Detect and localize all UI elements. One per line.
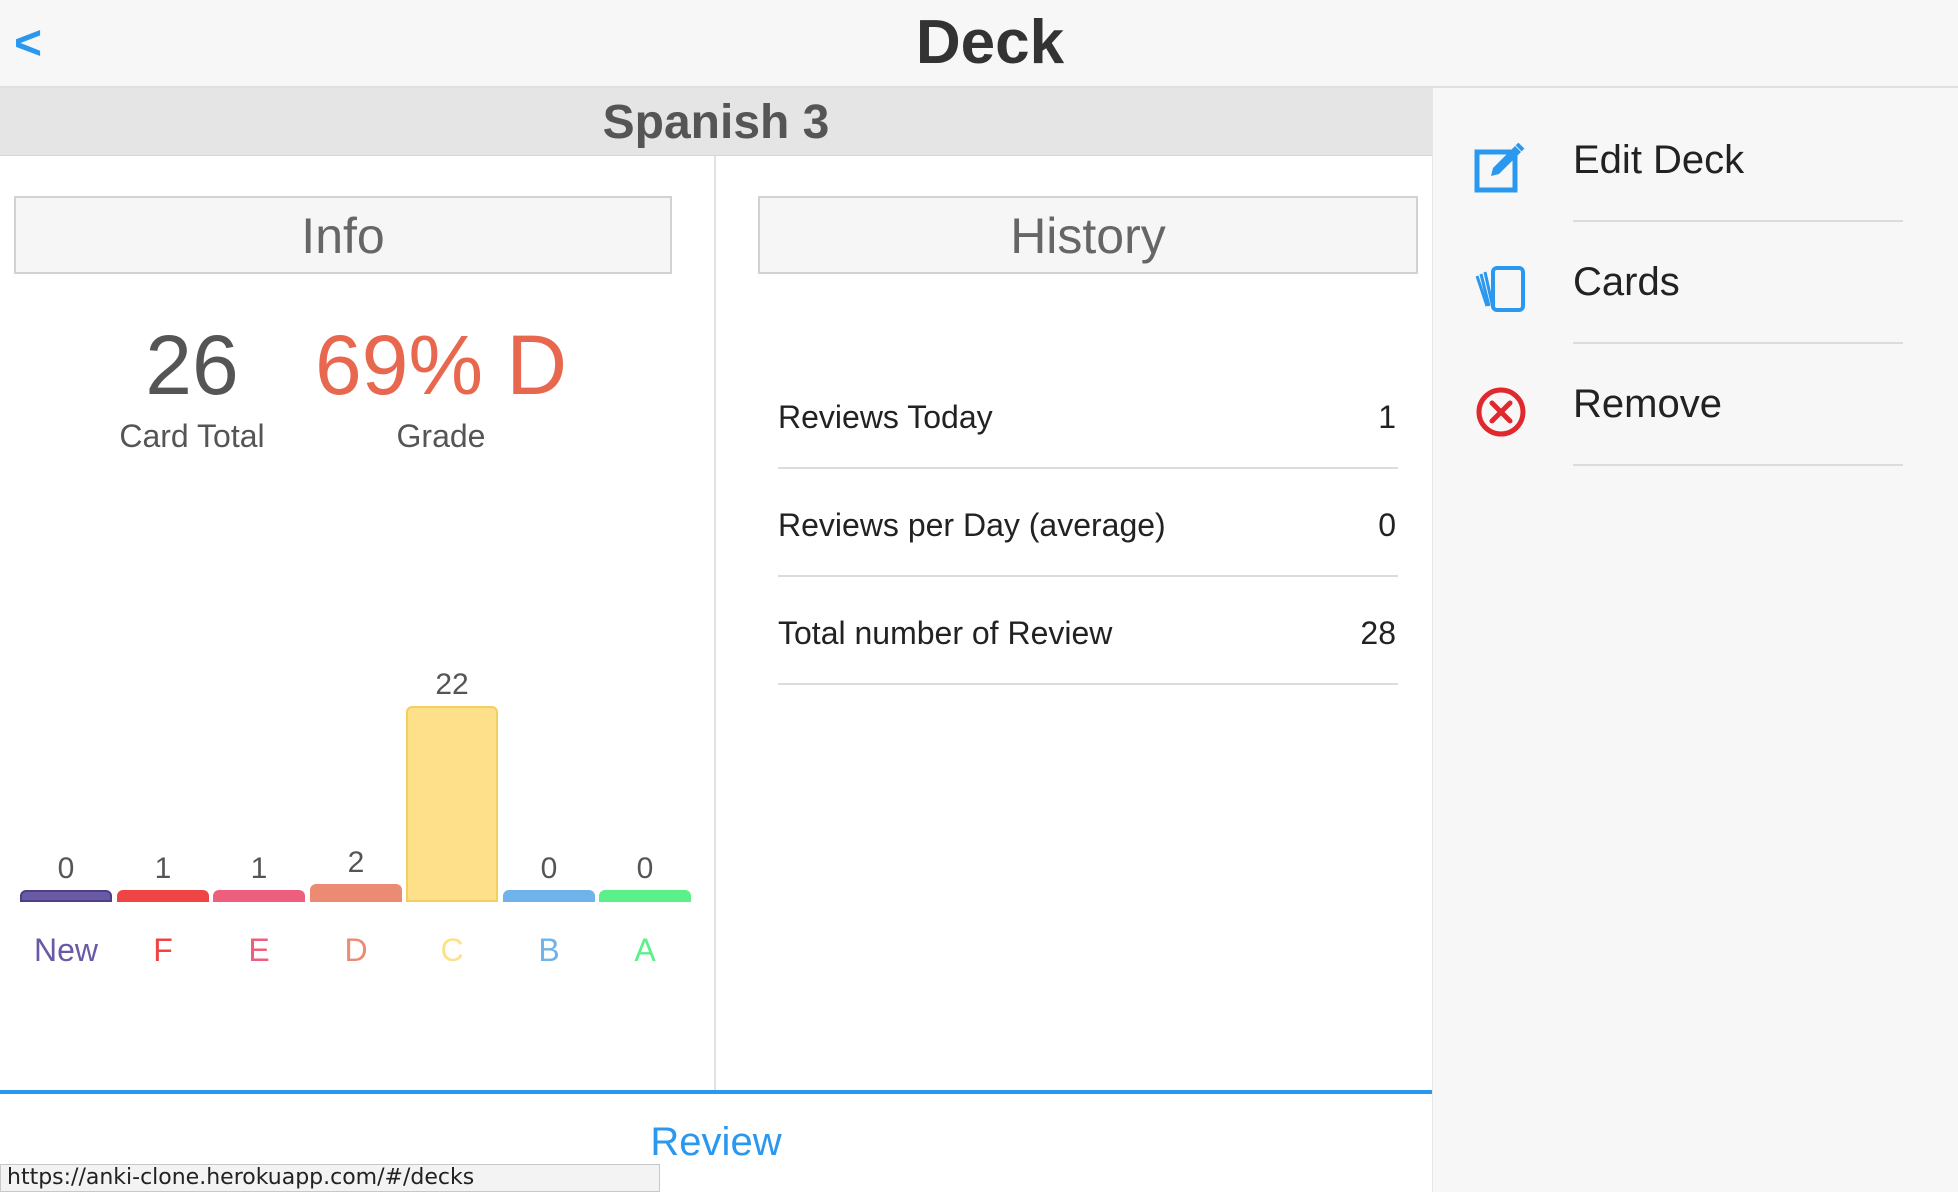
chart-category-label: F — [153, 932, 173, 968]
remove-icon — [1476, 387, 1526, 437]
edit-icon — [1474, 142, 1525, 193]
grade-label: Grade — [396, 418, 486, 454]
chart-category-label: C — [440, 932, 464, 968]
history-row-label: Reviews per Day (average) — [778, 507, 1166, 543]
cards-icon — [1475, 266, 1525, 312]
chart-bar-count: 0 — [540, 852, 558, 885]
chart-bar-count: 1 — [154, 852, 172, 885]
cards-button[interactable]: Cards — [1433, 210, 1958, 344]
chart-bar-count: 0 — [636, 852, 654, 885]
history-row-value: 0 — [1378, 507, 1396, 543]
chart-category-label: E — [248, 932, 270, 968]
deck-main-panel: Spanish 3 Info 26 Card Total 69% D Grade… — [0, 88, 1432, 1192]
history-row-label: Reviews Today — [778, 399, 993, 435]
card-total-value: 26 — [145, 318, 239, 412]
deck-name-bar: Spanish 3 — [0, 88, 1432, 156]
chart-bar — [406, 706, 498, 902]
chart-category-label: A — [634, 932, 656, 968]
grade-stat: 69% D Grade — [306, 320, 576, 456]
chart-bar-group: 0B — [503, 558, 595, 978]
chart-category-label: D — [344, 932, 368, 968]
card-total-stat: 26 Card Total — [92, 320, 292, 456]
page-title: Deck — [915, 8, 1065, 77]
chart-bar-count: 0 — [57, 852, 75, 885]
chart-bar-group: 22 C — [406, 558, 498, 978]
chart-bar-group: 2D — [310, 558, 402, 978]
chart-bar — [20, 890, 112, 902]
history-row-value: 28 — [1360, 615, 1396, 651]
chart-bar — [213, 890, 305, 902]
chart-bar-count: 1 — [250, 852, 268, 885]
deck-actions-sidebar: Edit Deck Cards Remove — [1432, 88, 1958, 1192]
review-button[interactable]: Review — [0, 1120, 1432, 1165]
remove-deck-button[interactable]: Remove — [1433, 332, 1958, 466]
column-divider — [714, 156, 716, 1090]
chart-bar — [503, 890, 595, 902]
chart-category-label: New — [33, 932, 98, 968]
top-navigation-bar: < Deck — [0, 0, 1958, 88]
remove-label: Remove — [1573, 382, 1722, 426]
card-total-label: Card Total — [119, 418, 265, 454]
chart-category-label: B — [538, 932, 560, 968]
deck-name: Spanish 3 — [602, 96, 830, 149]
chart-bar-group: 1F — [117, 558, 209, 978]
grade-distribution-chart: 0 New 1 F 1 E 2 D 22 C 0 B 0 A — [20, 558, 696, 978]
chart-bar — [310, 884, 402, 902]
edit-deck-button[interactable]: Edit Deck — [1433, 88, 1958, 222]
chart-bar-count: 2 — [347, 846, 365, 879]
edit-deck-label: Edit Deck — [1573, 138, 1745, 182]
chart-bar-count: 22 — [435, 668, 469, 701]
chart-bar-group: 1E — [213, 558, 305, 978]
history-row: Reviews per Day (average) 0 — [778, 469, 1398, 577]
history-row: Reviews Today 1 — [778, 361, 1398, 469]
status-bar-url: https://anki-clone.herokuapp.com/#/decks — [0, 1164, 660, 1192]
chart-bar — [117, 890, 209, 902]
history-row: Total number of Review 28 — [778, 577, 1398, 685]
grade-value: 69% D — [314, 318, 568, 412]
history-heading: History — [758, 196, 1418, 274]
info-heading: Info — [14, 196, 672, 274]
history-row-value: 1 — [1378, 399, 1396, 435]
chart-bar — [599, 890, 691, 902]
divider — [1573, 464, 1903, 466]
chart-bar-group: 0A — [599, 558, 691, 978]
cards-label: Cards — [1573, 260, 1680, 304]
history-row-label: Total number of Review — [778, 615, 1113, 651]
chart-bar-group: 0 New — [20, 558, 112, 978]
